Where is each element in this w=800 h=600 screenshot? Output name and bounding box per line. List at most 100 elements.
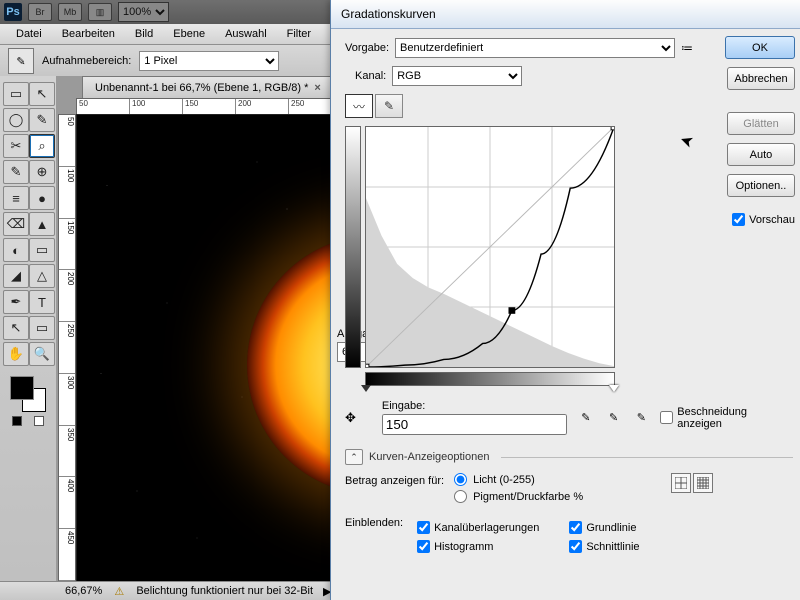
ruler-tick: 400 [59,477,75,529]
input-field[interactable] [382,414,567,435]
document-tab[interactable]: Unbenannt-1 bei 66,7% (Ebene 1, RGB/8) *… [82,76,334,99]
clipping-checkbox[interactable] [660,411,673,424]
status-zoom[interactable]: 66,67% [65,585,102,597]
channel-select[interactable]: RGB [392,66,522,86]
tool-history-brush[interactable]: ● [29,186,55,210]
grid-simple-icon[interactable] [671,473,691,493]
tool-gradient[interactable]: ▲ [29,212,55,236]
tool-hand[interactable]: ▭ [29,316,55,340]
overlay-label: Kanalüberlagerungen [434,522,539,534]
tool-stamp[interactable]: ≡ [3,186,29,210]
ruler-tick: 150 [59,219,75,271]
tool-3d[interactable]: ↖ [3,316,29,340]
tool-lasso[interactable]: ◯ [3,108,29,132]
curve-point-tool[interactable]: 〰 [345,94,373,118]
tool-preset-icon[interactable]: ✎ [8,48,34,74]
swap-colors-icon[interactable] [12,416,22,426]
curve-draw-tool[interactable]: ✎ [375,94,403,118]
ruler-tick: 350 [59,426,75,478]
tool-shape[interactable]: T [29,290,55,314]
tool-marquee[interactable]: ↖ [29,82,55,106]
sample-size-label: Aufnahmebereich: [42,55,131,67]
chevron-up-icon: ⌃ [345,449,363,465]
grid-detailed-icon[interactable] [693,473,713,493]
preset-menu-icon[interactable]: ≔ [681,41,693,55]
bridge-icon[interactable]: Br [28,3,52,21]
status-message: Belichtung funktioniert nur bei 32-Bit [136,585,313,597]
tool-crop[interactable]: ✂ [3,134,29,158]
input-gradient[interactable] [365,372,615,386]
tool-eraser[interactable]: ⌫ [3,212,29,236]
channel-label: Kanal: [355,70,386,82]
curve-graph[interactable] [365,126,615,368]
display-options-expander[interactable]: ⌃ Kurven-Anzeigeoptionen [345,449,793,465]
ruler-tick: 200 [59,270,75,322]
output-gradient [345,126,361,368]
light-radio-label: Licht (0-255) [473,474,535,486]
baseline-label: Grundlinie [586,522,636,534]
foreground-color-swatch[interactable] [10,376,34,400]
target-adjust-icon[interactable]: ✥ [345,410,356,426]
ruler-tick: 150 [183,99,236,115]
color-wells[interactable] [10,376,46,412]
ruler-tick: 100 [130,99,183,115]
pigment-radio-label: Pigment/Druckfarbe % [473,491,583,503]
titlebar-zoom-select[interactable]: 100% [118,2,169,22]
curves-dialog: Gradationskurven OK Abbrechen Glätten Au… [330,0,800,600]
ruler-tick: 100 [59,167,75,219]
menu-bearbeiten[interactable]: Bearbeiten [54,26,123,42]
sample-size-select[interactable]: 1 Pixel [139,51,279,71]
ruler-tick: 50 [77,99,130,115]
ruler-tick: 450 [59,529,75,581]
gray-eyedropper-icon[interactable]: ✎ [605,409,623,427]
ruler-vertical: 50100150200250300350400450 [58,114,76,582]
histogram-checkbox[interactable] [417,540,430,553]
default-colors-icon[interactable] [34,416,44,426]
display-options-label: Kurven-Anzeigeoptionen [369,451,489,463]
tool-dodge[interactable]: ▭ [29,238,55,262]
input-label: Eingabe: [382,400,567,412]
ruler-tick: 50 [59,115,75,167]
intersect-label: Schnittlinie [586,541,639,553]
screen-mode-icon[interactable]: ▥ [88,3,112,21]
show-label: Einblenden: [345,517,403,553]
tool-type[interactable]: △ [29,264,55,288]
document-tab-title: Unbenannt-1 bei 66,7% (Ebene 1, RGB/8) * [95,82,308,94]
black-eyedropper-icon[interactable]: ✎ [577,409,595,427]
ruler-tick: 200 [236,99,289,115]
baseline-checkbox[interactable] [569,521,582,534]
dialog-title: Gradationskurven [331,0,800,29]
pigment-radio[interactable] [454,490,467,503]
white-eyedropper-icon[interactable]: ✎ [632,409,650,427]
ruler-tick: 250 [59,322,75,374]
tool-pen[interactable]: ◢ [3,264,29,288]
tool-path-select[interactable]: ✒ [3,290,29,314]
dialog-body: Vorgabe: Benutzerdefiniert ≔ Kanal: RGB … [331,28,800,600]
preset-label: Vorgabe: [345,42,389,54]
tool-eyedropper[interactable]: ⌕ [29,134,55,158]
amount-label: Betrag anzeigen für: [345,475,444,487]
menu-filter[interactable]: Filter [279,26,319,42]
light-radio[interactable] [454,473,467,486]
intersect-checkbox[interactable] [569,540,582,553]
overlay-checkbox[interactable] [417,521,430,534]
histogram-label: Histogramm [434,541,493,553]
tool-zoom[interactable]: 🔍 [29,342,55,366]
menu-bild[interactable]: Bild [127,26,161,42]
tool-move[interactable]: ▭ [3,82,29,106]
quickmask-toggles [12,416,44,426]
tool-brush[interactable]: ⊕ [29,160,55,184]
menu-auswahl[interactable]: Auswahl [217,26,275,42]
tool-heal[interactable]: ✎ [3,160,29,184]
warning-icon: ⚠ [112,584,126,598]
preset-select[interactable]: Benutzerdefiniert [395,38,675,58]
tool-blur[interactable]: ◐ [3,238,29,262]
tool-rotate[interactable]: ✋ [3,342,29,366]
close-icon[interactable]: × [314,82,320,94]
menu-datei[interactable]: Datei [8,26,50,42]
black-point-slider[interactable] [361,385,371,392]
menu-ebene[interactable]: Ebene [165,26,213,42]
white-point-slider[interactable] [609,385,619,392]
tool-wand[interactable]: ✎ [29,108,55,132]
minibridge-icon[interactable]: Mb [58,3,82,21]
